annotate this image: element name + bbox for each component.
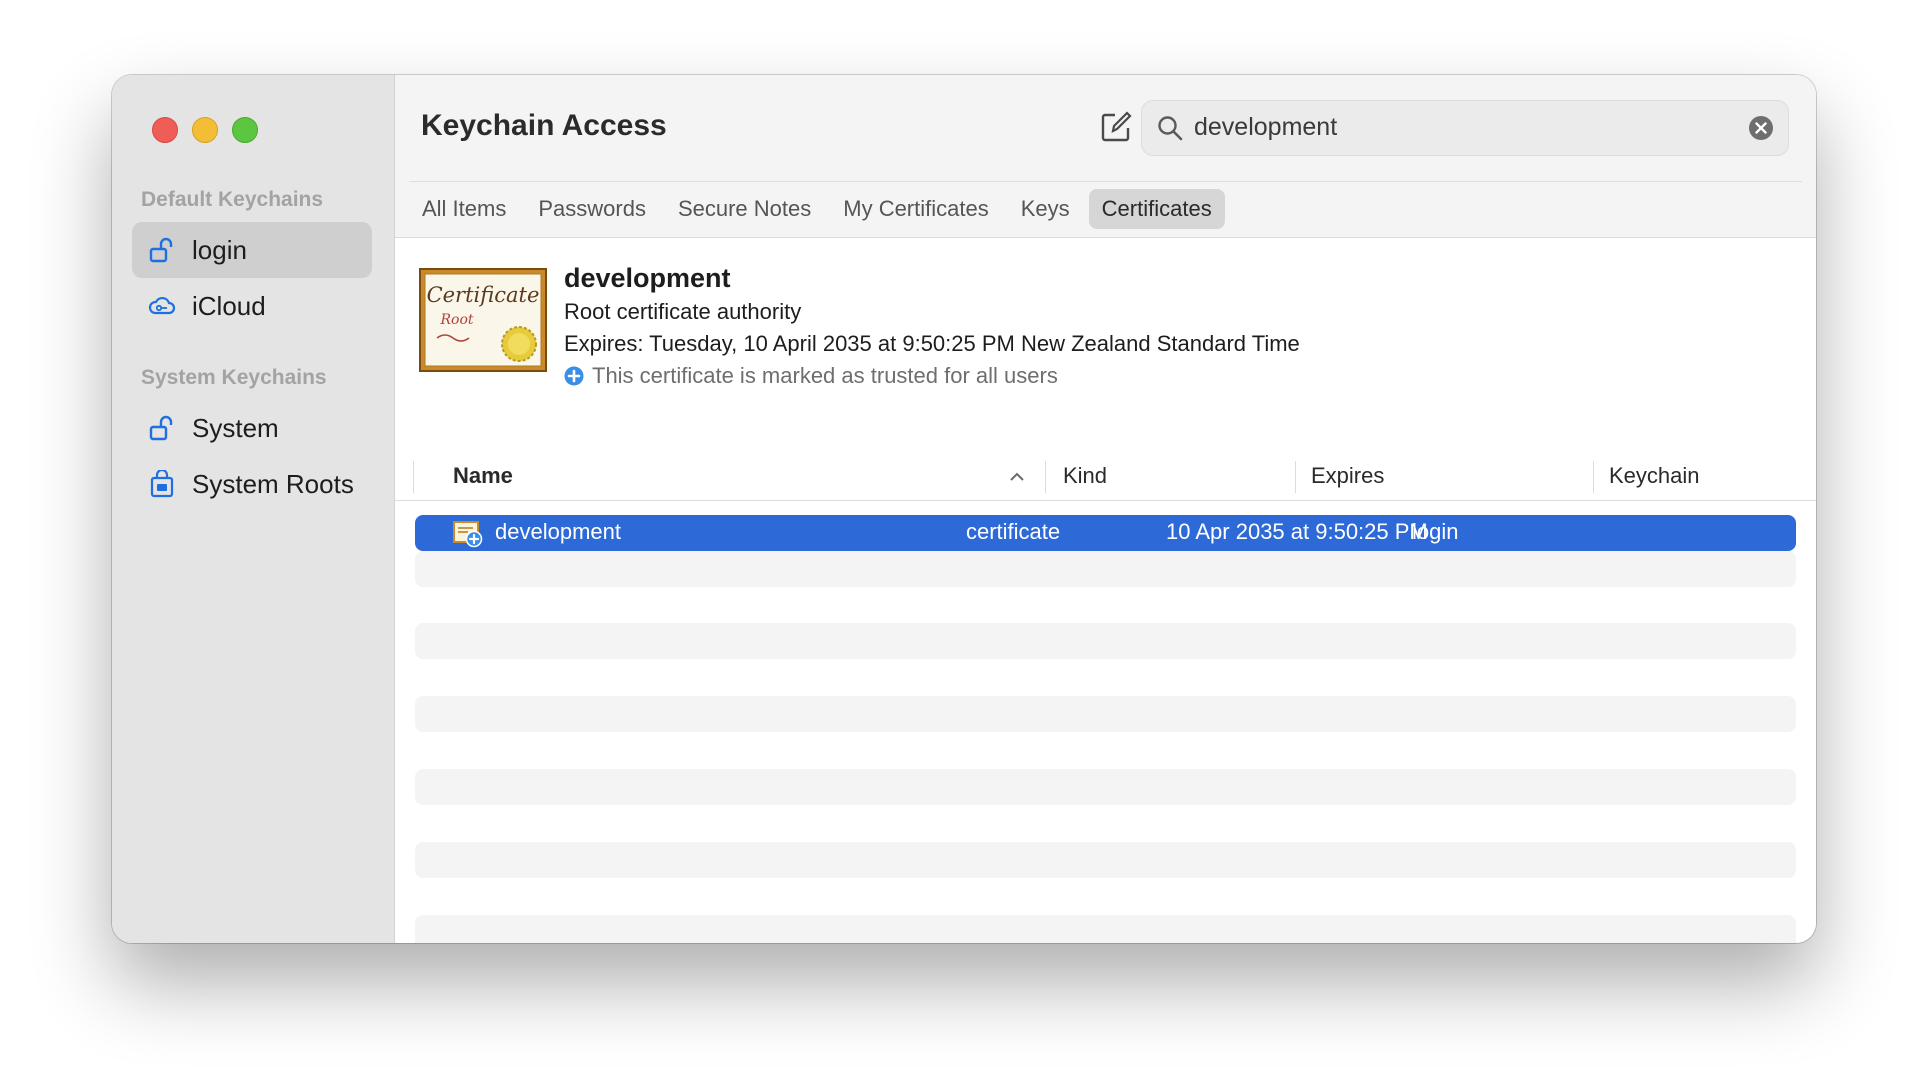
locked-cabinet-icon [150, 470, 174, 498]
system-keychains-title: System Keychains [141, 366, 327, 389]
detail-panel: Certificate Root development Root certif… [395, 238, 1816, 438]
column-header-name[interactable]: Name [453, 463, 513, 489]
empty-row [415, 623, 1796, 659]
certificate-image: Certificate Root [419, 268, 547, 372]
tab-my-certificates[interactable]: My Certificates [830, 189, 1001, 229]
sidebar-item-label: System Roots [192, 468, 354, 499]
category-tabs: All Items Passwords Secure Notes My Cert… [409, 189, 1231, 229]
column-header-expires[interactable]: Expires [1311, 463, 1384, 489]
empty-row [415, 842, 1796, 878]
toolbar-divider [409, 181, 1802, 182]
chevron-up-icon[interactable] [1007, 467, 1027, 487]
tab-keys[interactable]: Keys [1008, 189, 1083, 229]
keychain-window: Default Keychains login iCloud System Ke… [112, 75, 1816, 943]
detail-expires: Expires: Tuesday, 10 April 2035 at 9:50:… [564, 331, 1300, 356]
column-separator [413, 461, 414, 493]
unlocked-padlock-icon [149, 415, 173, 441]
tab-secure-notes[interactable]: Secure Notes [665, 189, 824, 229]
column-separator[interactable] [1045, 461, 1046, 493]
row-name: development [495, 519, 621, 544]
default-keychains-title: Default Keychains [141, 188, 324, 211]
column-header-keychain[interactable]: Keychain [1609, 463, 1700, 489]
toolbar: Keychain Access development All Items Pa… [395, 75, 1816, 238]
search-icon [1158, 116, 1183, 141]
empty-row [415, 696, 1796, 732]
sidebar-item-label: System [192, 412, 279, 443]
column-separator[interactable] [1295, 461, 1296, 493]
detail-name: development [564, 263, 731, 293]
close-window-button[interactable] [152, 117, 178, 143]
sidebar-item-label: login [192, 234, 247, 265]
sidebar-item-icloud[interactable]: iCloud [132, 278, 372, 334]
search-field[interactable]: development [1141, 100, 1789, 156]
main-area: Keychain Access development All Items Pa… [395, 75, 1816, 943]
tab-all-items[interactable]: All Items [409, 189, 519, 229]
detail-trust-text: This certificate is marked as trusted fo… [592, 363, 1058, 388]
compose-icon[interactable] [1096, 107, 1136, 147]
icloud-key-icon [148, 296, 176, 315]
sidebar: Default Keychains login iCloud System Ke… [112, 75, 395, 943]
row-keychain: login [1412, 519, 1459, 544]
list-header: Name Kind Expires Keychain [395, 455, 1816, 501]
row-kind: certificate [966, 519, 1061, 544]
certificate-title-text: Certificate [427, 283, 540, 307]
detail-trust: This certificate is marked as trusted fo… [564, 363, 1058, 389]
minimize-window-button[interactable] [192, 117, 218, 143]
empty-row [415, 551, 1796, 587]
certificate-file-icon [453, 521, 483, 548]
unlocked-padlock-icon [149, 237, 173, 263]
empty-row [415, 769, 1796, 805]
sidebar-item-system-roots[interactable]: System Roots [132, 456, 372, 512]
trusted-plus-icon [564, 366, 584, 386]
column-header-kind[interactable]: Kind [1063, 463, 1107, 489]
tab-passwords[interactable]: Passwords [525, 189, 659, 229]
certificate-sub-text: Root [439, 312, 473, 328]
sidebar-item-system[interactable]: System [132, 400, 372, 456]
sidebar-item-login[interactable]: login [132, 222, 372, 278]
tab-certificates[interactable]: Certificates [1088, 189, 1225, 229]
column-separator[interactable] [1593, 461, 1594, 493]
table-row[interactable]: development certificate 10 Apr 2035 at 9… [415, 515, 1796, 551]
detail-kind: Root certificate authority [564, 299, 802, 324]
app-title: Keychain Access [421, 109, 667, 142]
row-expires: 10 Apr 2035 at 9:50:25 PM [1166, 519, 1428, 544]
empty-row [415, 915, 1796, 943]
search-input[interactable]: development [1194, 113, 1337, 142]
sidebar-item-label: iCloud [192, 290, 266, 321]
clear-search-icon[interactable] [1748, 115, 1774, 141]
zoom-window-button[interactable] [232, 117, 258, 143]
